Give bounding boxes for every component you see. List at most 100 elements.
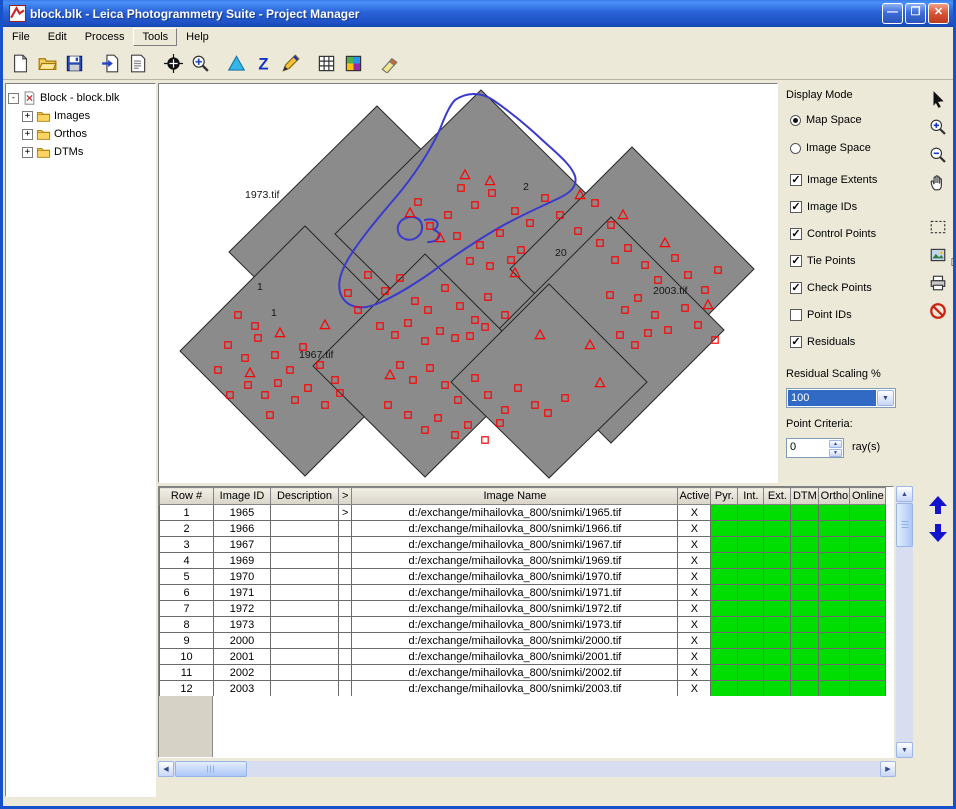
status-cell-ortho[interactable] xyxy=(819,569,850,585)
row-number-cell[interactable]: 7 xyxy=(160,601,214,617)
column-header-description[interactable]: Description xyxy=(271,488,339,505)
status-cell-dtm[interactable] xyxy=(791,681,819,697)
image-name-cell[interactable]: d:/exchange/mihailovka_800/snimki/1965.t… xyxy=(352,505,678,521)
active-cell[interactable]: X xyxy=(678,537,711,553)
status-cell-ortho[interactable] xyxy=(819,585,850,601)
import-frame-icon[interactable] xyxy=(97,50,124,77)
active-cell[interactable]: X xyxy=(678,633,711,649)
tree-item-images[interactable]: +Images xyxy=(8,107,153,125)
checkbox[interactable]: ✓ xyxy=(790,174,802,186)
radio-image-space[interactable]: Image Space xyxy=(790,141,871,155)
status-cell-ext[interactable] xyxy=(764,537,791,553)
menu-item-help[interactable]: Help xyxy=(177,28,218,46)
checkbox[interactable]: ✓ xyxy=(790,228,802,240)
checkbox-residuals[interactable]: ✓Residuals xyxy=(790,335,855,349)
row-marker-cell[interactable] xyxy=(339,585,352,601)
status-cell-int[interactable] xyxy=(738,537,764,553)
description-cell[interactable] xyxy=(271,681,339,697)
tree-item-orthos[interactable]: +Orthos xyxy=(8,125,153,143)
scroll-down-icon[interactable]: ▼ xyxy=(896,742,913,758)
status-cell-pyr[interactable] xyxy=(711,569,738,585)
zoom-selection-icon[interactable] xyxy=(187,50,214,77)
menu-item-process[interactable]: Process xyxy=(76,28,134,46)
row-number-cell[interactable]: 6 xyxy=(160,585,214,601)
column-header-online[interactable]: Online xyxy=(850,488,886,505)
frame-properties-icon[interactable] xyxy=(124,50,151,77)
image-name-cell[interactable]: d:/exchange/mihailovka_800/snimki/1967.t… xyxy=(352,537,678,553)
maximize-button[interactable]: ❐ xyxy=(905,3,926,24)
status-cell-online[interactable] xyxy=(850,521,886,537)
status-cell-pyr[interactable] xyxy=(711,521,738,537)
column-header-int-[interactable]: Int. xyxy=(738,488,764,505)
row-number-cell[interactable]: 8 xyxy=(160,617,214,633)
image-id-cell[interactable]: 1972 xyxy=(214,601,271,617)
point-criteria-spinner[interactable]: 0 ▲ ▼ xyxy=(786,438,844,458)
close-button[interactable]: ✕ xyxy=(928,3,949,24)
status-cell-dtm[interactable] xyxy=(791,617,819,633)
column-header-ext-[interactable]: Ext. xyxy=(764,488,791,505)
status-cell-int[interactable] xyxy=(738,585,764,601)
column-header-ortho[interactable]: Ortho xyxy=(819,488,850,505)
zoom-out-icon[interactable] xyxy=(924,141,951,168)
status-cell-ortho[interactable] xyxy=(819,617,850,633)
column-header-row-[interactable]: Row # xyxy=(160,488,214,505)
description-cell[interactable] xyxy=(271,537,339,553)
residual-scaling-combo[interactable]: 100 ▼ xyxy=(786,388,896,408)
row-number-cell[interactable]: 1 xyxy=(160,505,214,521)
status-cell-online[interactable] xyxy=(850,537,886,553)
column-header-dtm[interactable]: DTM xyxy=(791,488,819,505)
status-cell-int[interactable] xyxy=(738,681,764,697)
menu-item-file[interactable]: File xyxy=(3,28,39,46)
expand-icon[interactable]: + xyxy=(22,147,33,158)
radio-button[interactable] xyxy=(790,115,801,126)
image-name-cell[interactable]: d:/exchange/mihailovka_800/snimki/2001.t… xyxy=(352,649,678,665)
edit-pencil-icon[interactable] xyxy=(277,50,304,77)
expand-icon[interactable]: + xyxy=(22,111,33,122)
description-cell[interactable] xyxy=(271,553,339,569)
status-cell-ext[interactable] xyxy=(764,569,791,585)
table-horizontal-scrollbar[interactable]: ◀ ▶ xyxy=(158,761,896,777)
block-map-canvas[interactable]: 1973.tif111967.tif2202003.tif xyxy=(159,84,777,482)
status-cell-ext[interactable] xyxy=(764,553,791,569)
status-cell-int[interactable] xyxy=(738,601,764,617)
status-cell-pyr[interactable] xyxy=(711,553,738,569)
status-cell-pyr[interactable] xyxy=(711,633,738,649)
image-name-cell[interactable]: d:/exchange/mihailovka_800/snimki/1966.t… xyxy=(352,521,678,537)
checkbox-image-ids[interactable]: ✓Image IDs xyxy=(790,200,857,214)
status-cell-ext[interactable] xyxy=(764,665,791,681)
description-cell[interactable] xyxy=(271,649,339,665)
status-cell-dtm[interactable] xyxy=(791,601,819,617)
row-number-cell[interactable]: 10 xyxy=(160,649,214,665)
description-cell[interactable] xyxy=(271,617,339,633)
image-name-cell[interactable]: d:/exchange/mihailovka_800/snimki/1972.t… xyxy=(352,601,678,617)
titlebar[interactable]: block.blk - Leica Photogrammetry Suite -… xyxy=(3,0,953,27)
image-id-cell[interactable]: 2003 xyxy=(214,681,271,697)
row-number-cell[interactable]: 2 xyxy=(160,521,214,537)
active-cell[interactable]: X xyxy=(678,617,711,633)
status-cell-int[interactable] xyxy=(738,617,764,633)
row-number-cell[interactable]: 3 xyxy=(160,537,214,553)
checkbox[interactable]: ✓ xyxy=(790,255,802,267)
tree-root[interactable]: - Block - block.blk xyxy=(8,89,153,107)
row-number-cell[interactable]: 11 xyxy=(160,665,214,681)
image-name-cell[interactable]: d:/exchange/mihailovka_800/snimki/2003.t… xyxy=(352,681,678,697)
status-cell-pyr[interactable] xyxy=(711,537,738,553)
status-cell-ortho[interactable] xyxy=(819,649,850,665)
active-cell[interactable]: X xyxy=(678,569,711,585)
select-box-icon[interactable] xyxy=(924,213,951,240)
status-cell-dtm[interactable] xyxy=(791,649,819,665)
image-id-cell[interactable]: 1971 xyxy=(214,585,271,601)
row-marker-cell[interactable]: > xyxy=(339,505,352,521)
column-header-image-name[interactable]: Image Name xyxy=(352,488,678,505)
spin-down-icon[interactable]: ▼ xyxy=(829,449,842,457)
description-cell[interactable] xyxy=(271,633,339,649)
row-number-cell[interactable]: 12 xyxy=(160,681,214,697)
vertical-scroll-thumb[interactable] xyxy=(896,503,913,547)
tree-item-dtms[interactable]: +DTMs xyxy=(8,143,153,161)
status-cell-ext[interactable] xyxy=(764,649,791,665)
image-name-cell[interactable]: d:/exchange/mihailovka_800/snimki/1971.t… xyxy=(352,585,678,601)
radio-map-space[interactable]: Map Space xyxy=(790,113,862,127)
column-header-pyr-[interactable]: Pyr. xyxy=(711,488,738,505)
minimize-button[interactable]: — xyxy=(882,3,903,24)
row-marker-cell[interactable] xyxy=(339,601,352,617)
